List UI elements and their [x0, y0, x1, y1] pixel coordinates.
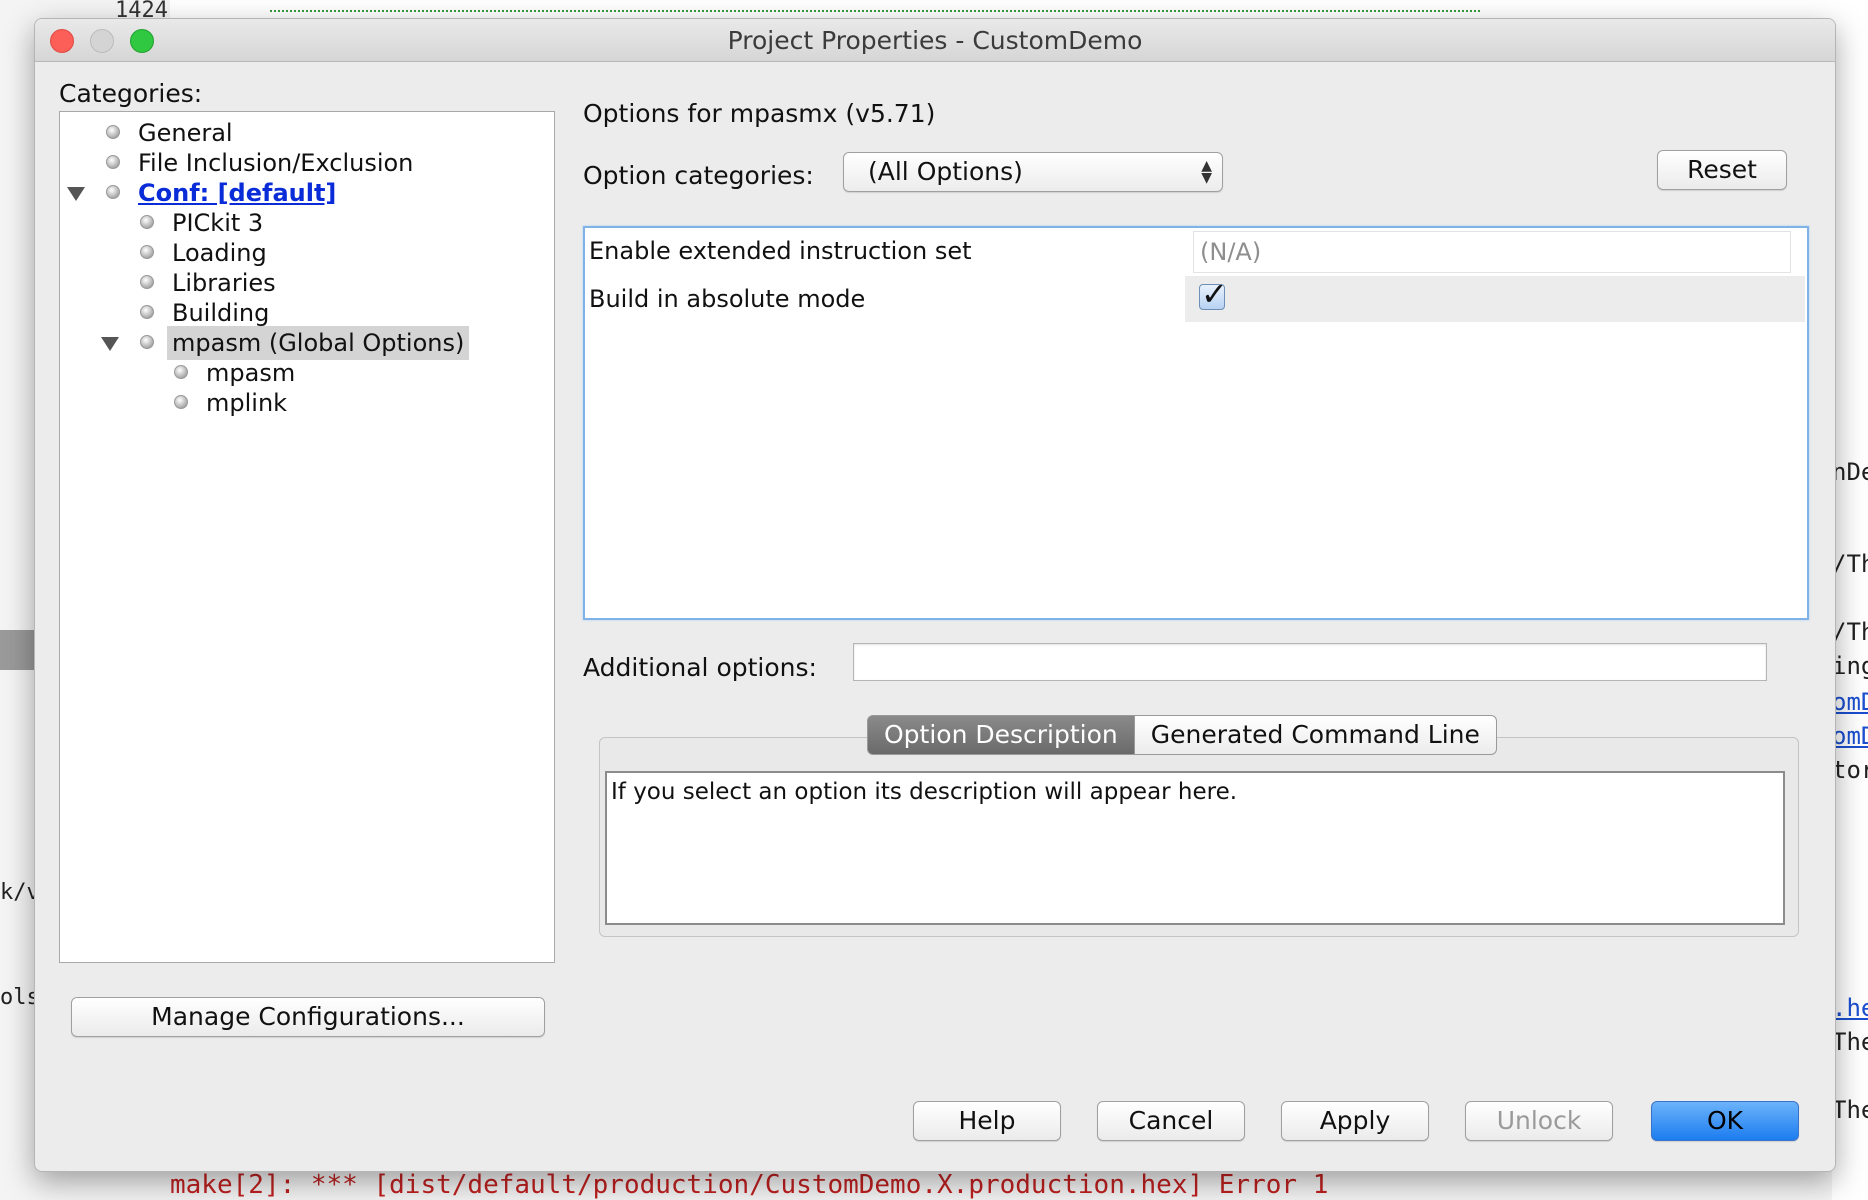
tab-option-description[interactable]: Option Description	[867, 715, 1135, 755]
reset-button[interactable]: Reset	[1657, 150, 1787, 190]
node-bullet-icon	[106, 185, 120, 199]
help-button[interactable]: Help	[913, 1101, 1061, 1141]
node-bullet-icon	[106, 155, 120, 169]
select-arrows-icon: ▲ ▼	[1201, 158, 1212, 186]
tree-item-label: PICkit 3	[172, 209, 264, 237]
option-row[interactable]: Enable extended instruction set (N/A)	[585, 228, 1807, 273]
option-value-na: (N/A)	[1193, 231, 1791, 273]
background-right-text: nDe	[1832, 458, 1868, 486]
categories-label: Categories:	[59, 79, 203, 108]
background-left-panel	[0, 630, 36, 670]
additional-options-input[interactable]	[853, 643, 1767, 681]
background-right-text: The	[1832, 1096, 1868, 1124]
options-heading: Options for mpasmx (v5.71)	[583, 99, 936, 128]
option-categories-value: (All Options)	[868, 157, 1023, 186]
node-bullet-icon	[140, 335, 154, 349]
title-bar[interactable]: Project Properties - CustomDemo	[35, 19, 1835, 62]
tree-item-label: Conf: [default]	[138, 179, 337, 207]
additional-options-label: Additional options:	[583, 653, 817, 682]
node-bullet-icon	[140, 245, 154, 259]
tree-item-label: Building	[172, 299, 270, 327]
expand-arrow-icon[interactable]	[101, 337, 119, 351]
option-label: Enable extended instruction set	[589, 237, 972, 265]
node-bullet-icon	[106, 125, 120, 139]
background-right-text: /Th	[1832, 618, 1868, 646]
checkmark-icon: ✓	[1201, 275, 1228, 313]
option-row[interactable]: Build in absolute mode ✓	[585, 275, 1807, 322]
node-bullet-icon	[140, 215, 154, 229]
window-title: Project Properties - CustomDemo	[727, 26, 1143, 55]
tab-generated-command-line[interactable]: Generated Command Line	[1134, 715, 1497, 755]
background-marker-line	[270, 10, 1480, 18]
background-right-text: tor	[1832, 756, 1868, 784]
tree-item-label: Libraries	[172, 269, 276, 297]
tree-item-label: Loading	[172, 239, 267, 267]
expand-arrow-icon[interactable]	[67, 187, 85, 201]
option-categories-select[interactable]: (All Options) ▲ ▼	[843, 152, 1223, 192]
option-categories-label: Option categories:	[583, 161, 814, 190]
tree-item-label: File Inclusion/Exclusion	[138, 149, 414, 177]
node-bullet-icon	[140, 305, 154, 319]
background-right-text: ing	[1832, 652, 1868, 680]
option-value-cell	[1185, 276, 1805, 322]
background-right-link[interactable]: omD	[1832, 688, 1868, 716]
tree-item-label: mpasm (Global Options)	[167, 326, 470, 360]
tree-item-label: mplink	[206, 389, 288, 417]
cancel-button[interactable]: Cancel	[1097, 1101, 1245, 1141]
node-bullet-icon	[140, 275, 154, 289]
project-properties-dialog: Project Properties - CustomDemo Categori…	[34, 18, 1836, 1172]
option-label: Build in absolute mode	[589, 285, 866, 313]
tree-item-label: General	[138, 119, 233, 147]
ok-button[interactable]: OK	[1651, 1101, 1799, 1141]
apply-button[interactable]: Apply	[1281, 1101, 1429, 1141]
manage-configurations-button[interactable]: Manage Configurations...	[71, 997, 545, 1037]
categories-tree[interactable]: General File Inclusion/Exclusion Conf: […	[59, 111, 555, 963]
unlock-button[interactable]: Unlock	[1465, 1101, 1613, 1141]
background-right-text: The	[1832, 1028, 1868, 1056]
node-bullet-icon	[174, 395, 188, 409]
node-bullet-icon	[174, 365, 188, 379]
background-right-link[interactable]: .he	[1832, 994, 1868, 1022]
absolute-mode-checkbox[interactable]: ✓	[1199, 275, 1228, 313]
background-right-link[interactable]: omD	[1832, 722, 1868, 750]
background-right-text: /Th	[1832, 550, 1868, 578]
description-tabs: Option Description Generated Command Lin…	[867, 715, 1497, 755]
options-table: Enable extended instruction set (N/A) Bu…	[583, 226, 1809, 620]
tree-item-label: mpasm	[206, 359, 296, 387]
background-build-error: make[2]: *** [dist/default/production/Cu…	[170, 1170, 1329, 1200]
option-description-text: If you select an option its description …	[605, 771, 1785, 925]
